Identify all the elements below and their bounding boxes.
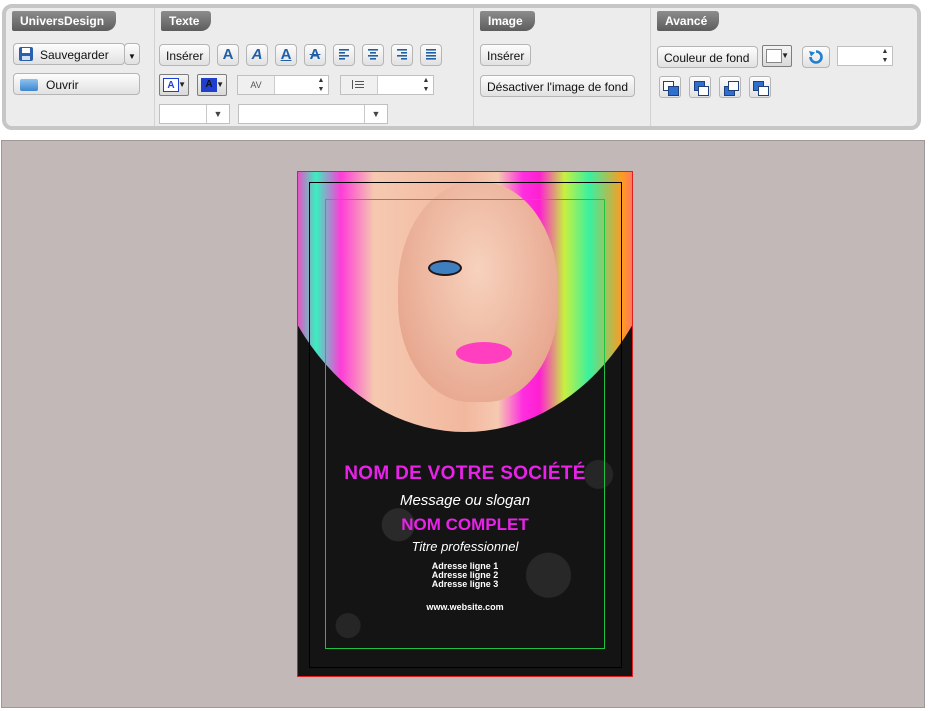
- job-title-text[interactable]: Titre professionnel: [298, 539, 632, 554]
- rotation-angle-stepper[interactable]: ▲ ▼: [837, 46, 893, 66]
- folder-icon: [20, 79, 38, 91]
- chevron-down-icon: ▼: [178, 80, 186, 89]
- font-family-select[interactable]: ▼: [238, 104, 388, 124]
- company-name-text[interactable]: NOM DE VOTRE SOCIÉTÉ: [298, 463, 632, 485]
- line-spacing-stepper[interactable]: ▲ ▼: [340, 75, 434, 95]
- design-workspace[interactable]: NOM DE VOTRE SOCIÉTÉ Message ou slogan N…: [1, 140, 925, 708]
- color-swatch: [766, 49, 782, 63]
- char-spacing-stepper[interactable]: AV ▲ ▼: [237, 75, 329, 95]
- text-bold-icon[interactable]: A: [217, 44, 239, 66]
- open-button[interactable]: Ouvrir: [13, 73, 140, 95]
- stepper-arrows-icon[interactable]: ▲ ▼: [419, 76, 433, 94]
- chevron-down-icon: ▼: [781, 51, 789, 60]
- group-title-image: Image: [480, 11, 535, 31]
- bring-forward-icon[interactable]: [689, 76, 711, 98]
- rotate-button[interactable]: [802, 46, 830, 68]
- text-color-icon: A: [163, 78, 179, 92]
- stepper-arrows-icon[interactable]: ▲ ▼: [314, 76, 328, 94]
- save-options-dropdown[interactable]: ▼: [124, 43, 140, 65]
- chevron-down-icon: ▼: [216, 80, 224, 89]
- text-highlight-picker[interactable]: A ▼: [197, 74, 227, 96]
- slogan-text[interactable]: Message ou slogan: [298, 492, 632, 509]
- rotate-icon: [809, 50, 823, 64]
- text-strikethrough-icon[interactable]: A: [304, 44, 326, 66]
- align-left-icon[interactable]: [333, 44, 355, 66]
- full-name-text[interactable]: NOM COMPLET: [298, 515, 632, 535]
- background-color-button[interactable]: Couleur de fond: [657, 46, 758, 68]
- group-texte: Texte Insérer A A A A A ▼ A ▼ AV ▲ ▼ ▲ ▼…: [154, 8, 474, 126]
- group-universdesign: UniversDesign Sauvegarder ▼ Ouvrir: [6, 8, 154, 126]
- text-italic-icon[interactable]: A: [246, 44, 268, 66]
- stepper-arrows-icon[interactable]: ▲ ▼: [878, 47, 892, 65]
- group-title-texte: Texte: [161, 11, 212, 31]
- chevron-down-icon: ▼: [364, 105, 387, 123]
- address-line: Adresse ligne 3: [431, 579, 499, 589]
- website-text[interactable]: www.website.com: [298, 602, 632, 612]
- insert-image-button[interactable]: Insérer: [480, 44, 532, 66]
- floppy-disk-icon: [19, 47, 33, 61]
- text-underline-icon[interactable]: A: [275, 44, 297, 66]
- chevron-down-icon: ▼: [128, 52, 136, 61]
- group-image: Image Insérer Désactiver l'image de fond: [473, 8, 651, 126]
- group-title-avance: Avancé: [657, 11, 720, 31]
- address-block[interactable]: Adresse ligne 1 Adresse ligne 2 Adresse …: [298, 562, 632, 589]
- disable-background-image-button[interactable]: Désactiver l'image de fond: [480, 75, 636, 97]
- align-justify-icon[interactable]: [420, 44, 442, 66]
- char-spacing-icon: AV: [238, 76, 275, 94]
- group-avance: Avancé Couleur de fond ▼ ▲ ▼: [650, 8, 918, 126]
- line-spacing-icon: [341, 76, 378, 94]
- save-button-label: Sauvegarder: [40, 48, 109, 62]
- toolbar: UniversDesign Sauvegarder ▼ Ouvrir Texte…: [2, 4, 921, 130]
- business-card-canvas[interactable]: NOM DE VOTRE SOCIÉTÉ Message ou slogan N…: [297, 171, 633, 677]
- send-backward-icon[interactable]: [719, 76, 741, 98]
- bring-to-front-icon[interactable]: [659, 76, 681, 98]
- chevron-down-icon: ▼: [206, 105, 229, 123]
- align-right-icon[interactable]: [391, 44, 413, 66]
- group-title-universdesign: UniversDesign: [12, 11, 117, 31]
- text-color-picker[interactable]: A ▼: [159, 74, 189, 96]
- background-color-picker[interactable]: ▼: [762, 45, 792, 67]
- send-to-back-icon[interactable]: [749, 76, 771, 98]
- open-button-label: Ouvrir: [46, 78, 79, 92]
- align-center-icon[interactable]: [362, 44, 384, 66]
- highlight-color-icon: A: [201, 78, 217, 92]
- font-size-select[interactable]: ▼: [159, 104, 230, 124]
- save-button[interactable]: Sauvegarder: [13, 43, 125, 65]
- insert-text-button[interactable]: Insérer: [159, 44, 211, 66]
